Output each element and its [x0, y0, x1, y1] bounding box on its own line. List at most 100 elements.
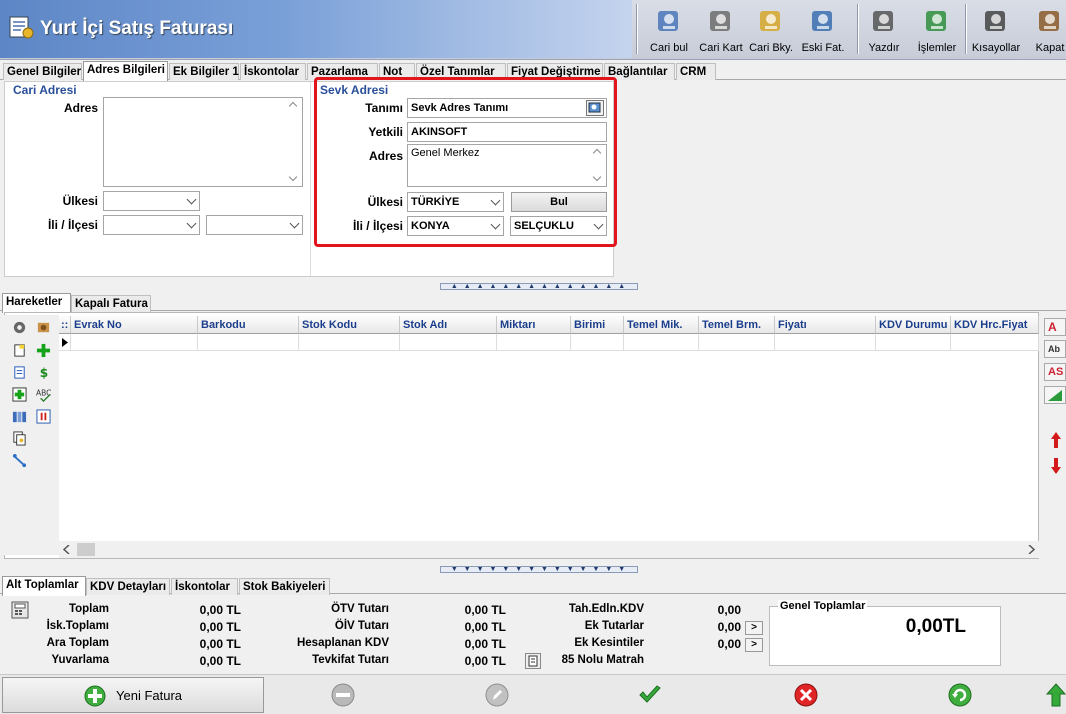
- cari-adres-scrollbar[interactable]: [287, 99, 301, 185]
- table-cell[interactable]: [699, 334, 775, 351]
- tab-alt-toplamlar[interactable]: Alt Toplamlar: [2, 576, 86, 596]
- add-item-icon[interactable]: [12, 387, 27, 402]
- column-header-fiyati[interactable]: Fiyatı: [775, 316, 876, 334]
- link-icon[interactable]: [12, 453, 27, 468]
- keyboard-icon: [985, 11, 1005, 31]
- table-cell[interactable]: [198, 334, 299, 351]
- toolbar-cari-bul-button[interactable]: Cari bul: [650, 4, 688, 56]
- scroll-left-icon[interactable]: [63, 545, 71, 554]
- tab-genel-bilgiler[interactable]: Genel Bilgiler: [3, 63, 82, 80]
- checkmark-icon[interactable]: [638, 683, 662, 707]
- toolbar-cari-bky-button[interactable]: Cari Bky.: [748, 4, 794, 56]
- column-header-temel-brm[interactable]: Temel Brm.: [699, 316, 775, 334]
- toolbar-kapat-button[interactable]: Kapat: [1030, 4, 1066, 56]
- move-down-icon[interactable]: [1051, 458, 1061, 474]
- toolbar-kisayollar-button[interactable]: Kısayollar: [970, 4, 1022, 56]
- tab-crm[interactable]: CRM: [676, 63, 716, 80]
- cari-ulkesi-select[interactable]: [103, 191, 200, 211]
- cari-adres-textarea[interactable]: [103, 97, 303, 187]
- expand-ek-kesintiler-button[interactable]: >: [745, 638, 763, 652]
- column-header-kdv-hrc-fiyat[interactable]: KDV Hrc.Fiyat: [951, 316, 1039, 334]
- tab-iskontolar[interactable]: İskontolar: [171, 578, 238, 595]
- splitter-top[interactable]: ▲ ▲ ▲ ▲ ▲ ▲ ▲ ▲ ▲ ▲ ▲ ▲ ▲ ▲: [440, 283, 638, 290]
- edit-icon[interactable]: [485, 683, 509, 707]
- total-label-tevkifat-tutari: Tevkifat Tutarı: [312, 654, 389, 666]
- toolbar-separator: [857, 4, 859, 54]
- font-a-button[interactable]: A: [1044, 318, 1066, 336]
- copy-document-icon[interactable]: [12, 431, 27, 446]
- table-cell[interactable]: [400, 334, 497, 351]
- column-header-kdv-durumu[interactable]: KDV Durumu: [876, 316, 951, 334]
- table-cell[interactable]: [571, 334, 624, 351]
- spell-check-icon[interactable]: ABC: [36, 387, 51, 402]
- toolbar-eski-fat-button[interactable]: Eski Fat.: [799, 4, 847, 56]
- columns-icon[interactable]: [12, 409, 27, 424]
- column-header-stok-adi[interactable]: Stok Adı: [400, 316, 497, 334]
- total-label-isk-toplami: İsk.Toplamı: [46, 620, 109, 632]
- font-ab-button[interactable]: Ab: [1044, 340, 1066, 358]
- table-cell[interactable]: [299, 334, 400, 351]
- toolbar-item-label: Cari bul: [650, 42, 688, 54]
- grid-horizontal-scrollbar[interactable]: [59, 541, 1039, 558]
- tab-stok-bakiyeleri[interactable]: Stok Bakiyeleri: [239, 578, 330, 595]
- total-value-hesaplanan-kdv: 0,00 TL: [464, 637, 506, 651]
- scroll-thumb[interactable]: [77, 543, 95, 556]
- move-up-icon[interactable]: [1051, 432, 1061, 448]
- chevron-down-icon: [186, 218, 197, 229]
- tab-hareketler[interactable]: Hareketler: [2, 293, 71, 313]
- column-header-evrak-no[interactable]: Evrak No: [71, 316, 198, 334]
- toolbar-cari-kart-button[interactable]: Cari Kart: [697, 4, 745, 56]
- column-header-miktari[interactable]: Miktarı: [497, 316, 571, 334]
- tab-kdv-detaylari[interactable]: KDV Detayları: [86, 578, 170, 595]
- scroll-right-icon[interactable]: [1027, 545, 1035, 554]
- document-list-icon[interactable]: [12, 365, 27, 380]
- genel-toplamlar-title: Genel Toplamlar: [778, 600, 868, 612]
- column-header-temel-mik[interactable]: Temel Mik.: [624, 316, 699, 334]
- table-row[interactable]: [59, 334, 1039, 351]
- toolbar-yazdir-button[interactable]: Yazdır: [866, 4, 902, 56]
- refresh-icon[interactable]: [948, 683, 972, 707]
- matrah-document-icon[interactable]: [525, 653, 541, 669]
- svg-text:$: $: [40, 366, 48, 380]
- table-cell[interactable]: [876, 334, 951, 351]
- old-invoices-icon: [812, 11, 832, 31]
- table-cell[interactable]: [624, 334, 699, 351]
- total-label-oiv-tutari: ÖİV Tutarı: [334, 620, 389, 632]
- new-document-icon[interactable]: [12, 343, 27, 358]
- pause-icon[interactable]: [36, 409, 51, 424]
- splitter-bottom[interactable]: ▼ ▼ ▼ ▼ ▼ ▼ ▼ ▼ ▼ ▼ ▼ ▼ ▼ ▼: [440, 566, 638, 573]
- table-cell[interactable]: [71, 334, 198, 351]
- bottom-action-bar: Yeni Fatura: [0, 674, 1066, 714]
- column-header-stok-kodu[interactable]: Stok Kodu: [299, 316, 400, 334]
- row-pointer-icon: [62, 338, 68, 347]
- remove-circle-icon[interactable]: [331, 683, 355, 707]
- total-value-oiv-tutari: 0,00 TL: [464, 620, 506, 634]
- column-header-barkodu[interactable]: Barkodu: [198, 316, 299, 334]
- table-cell[interactable]: [497, 334, 571, 351]
- total-label-tah-edln-kdv: Tah.Edln.KDV: [568, 603, 644, 615]
- tab-kapali-fatura[interactable]: Kapalı Fatura: [71, 295, 151, 312]
- total-label-ek-tutarlar: Ek Tutarlar: [584, 620, 644, 632]
- chart-button[interactable]: [1044, 386, 1066, 404]
- table-cell[interactable]: [951, 334, 1039, 351]
- cancel-icon[interactable]: [794, 683, 818, 707]
- table-cell[interactable]: [775, 334, 876, 351]
- font-as-button[interactable]: AS: [1044, 363, 1066, 381]
- toolbar-islemler-button[interactable]: İşlemler: [915, 4, 959, 56]
- tab-ek-bilgiler-1[interactable]: Ek Bilgiler 1: [169, 63, 239, 80]
- total-label-ek-kesintiler: Ek Kesintiler: [574, 637, 644, 649]
- tab-iskontolar[interactable]: İskontolar: [240, 63, 306, 80]
- expand-ek-tutarlar-button[interactable]: >: [745, 621, 763, 635]
- dollar-icon[interactable]: $: [36, 365, 51, 380]
- add-row-icon[interactable]: [36, 343, 51, 358]
- yeni-fatura-button[interactable]: Yeni Fatura: [2, 677, 264, 713]
- upload-arrow-icon[interactable]: [1046, 683, 1066, 707]
- cari-il-select[interactable]: [103, 215, 200, 235]
- column-header-birimi[interactable]: Birimi: [571, 316, 624, 334]
- cari-ilce-select[interactable]: [206, 215, 303, 235]
- barcode-box-icon[interactable]: [36, 320, 51, 335]
- total-value-toplam: 0,00 TL: [199, 603, 241, 617]
- cari-adres-label: Adres: [63, 101, 98, 115]
- tab-adres-bilgileri[interactable]: Adres Bilgileri: [83, 61, 168, 81]
- gear-icon[interactable]: [12, 320, 27, 335]
